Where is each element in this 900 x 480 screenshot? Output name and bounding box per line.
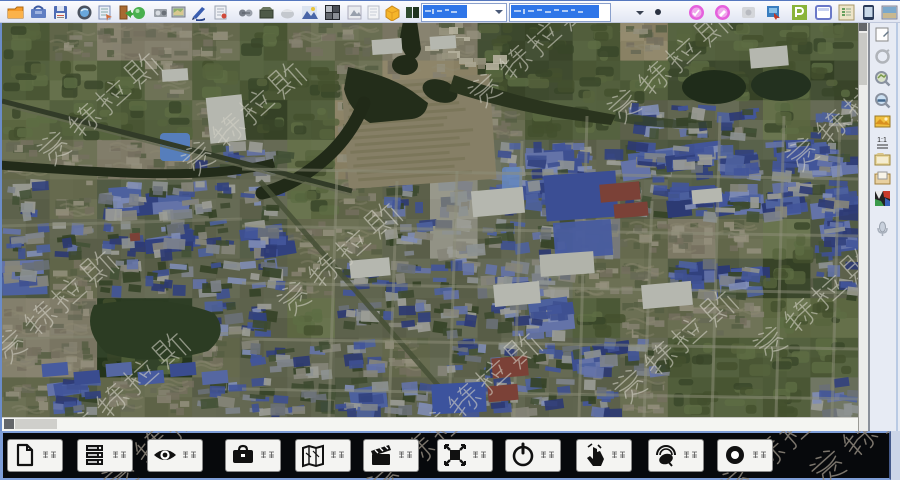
svg-text:1:1: 1:1 [877,137,887,144]
